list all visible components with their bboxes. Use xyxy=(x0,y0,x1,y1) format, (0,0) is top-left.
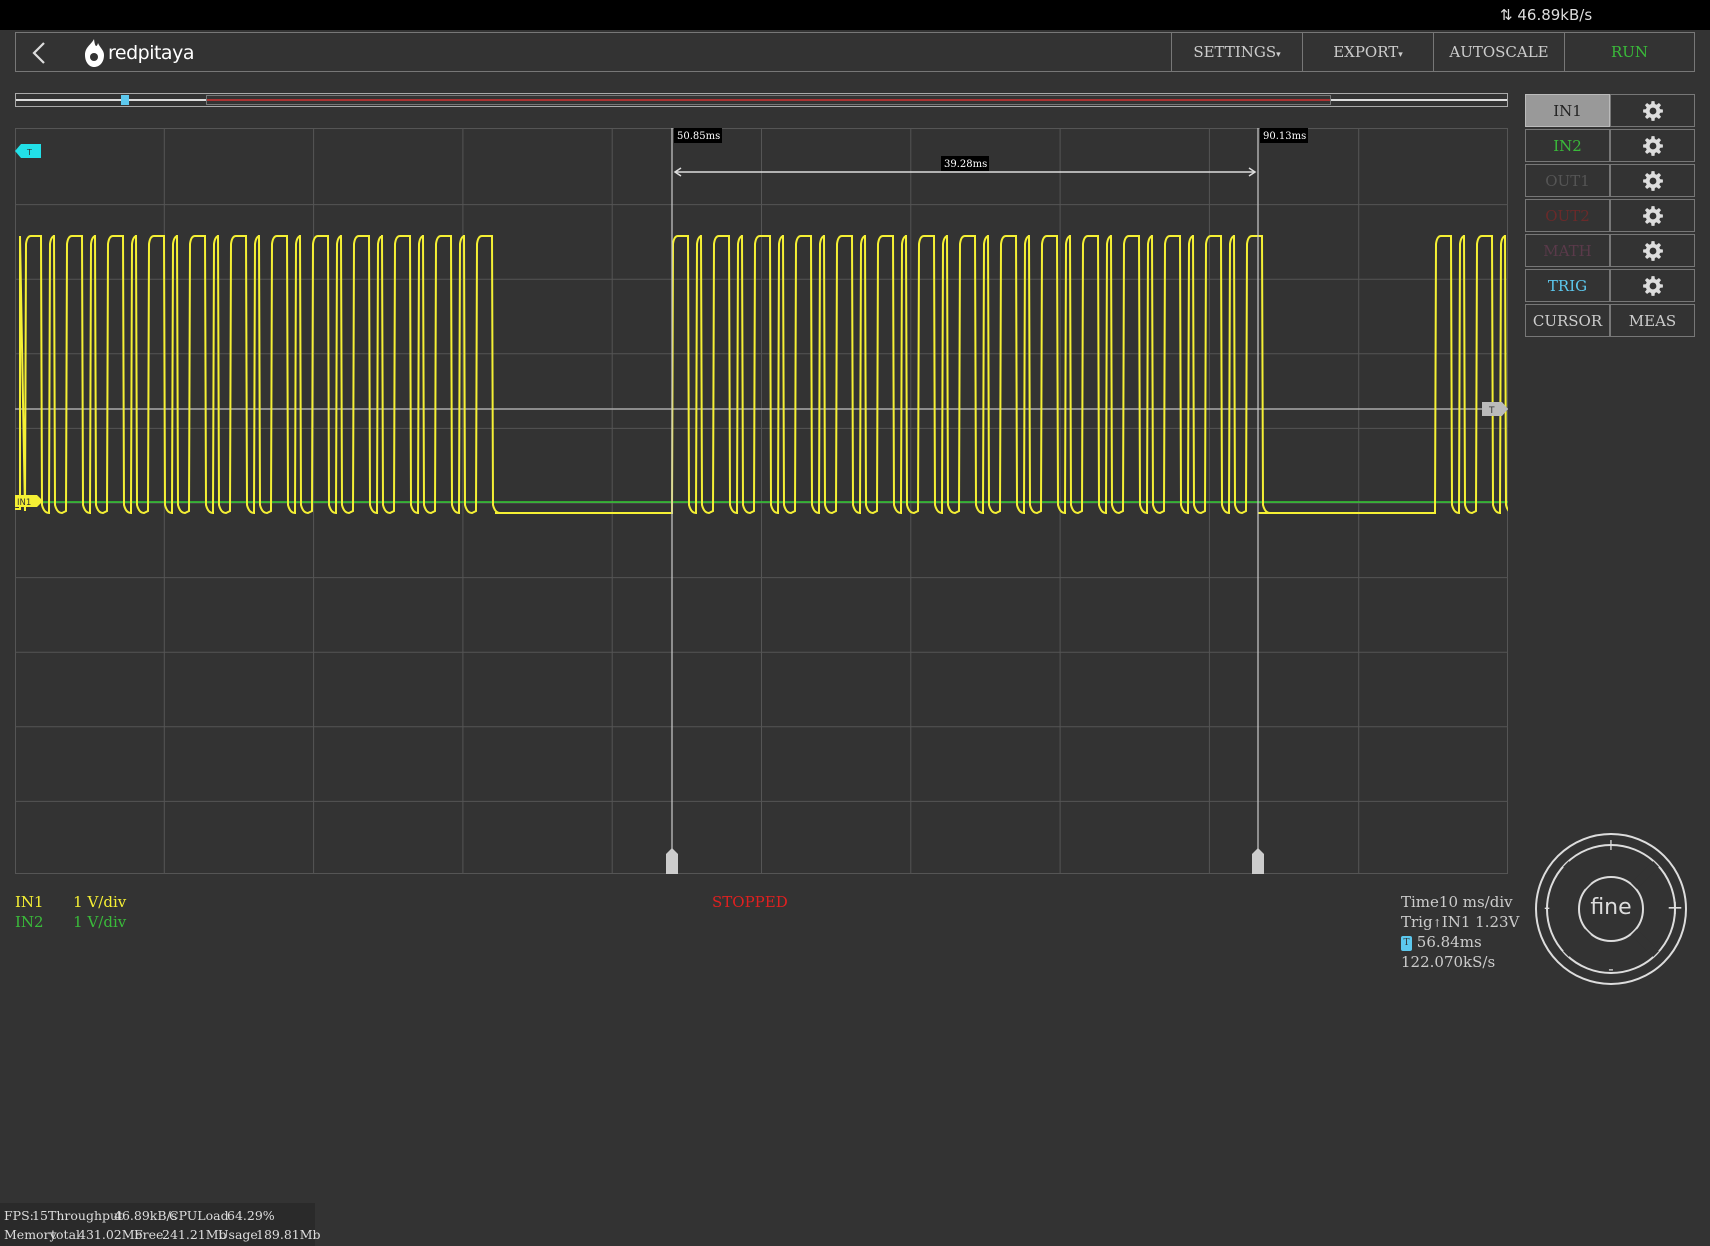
trigger-level-marker-label: T xyxy=(1488,406,1495,416)
memory-usage-label: Usage xyxy=(218,1227,258,1242)
redpitaya-logo-icon xyxy=(85,39,104,67)
caret-down-icon: ▾ xyxy=(1398,50,1403,60)
time-label: Time xyxy=(1401,893,1439,911)
sample-rate: 122.070kS/s xyxy=(1401,953,1496,971)
settings-label: SETTINGS xyxy=(1193,43,1277,61)
out2-settings-button[interactable] xyxy=(1610,199,1695,232)
cursor-1-label: 50.85ms xyxy=(677,131,720,142)
channel-out1-button[interactable]: OUT1 xyxy=(1525,164,1610,197)
cpu-label: CPULoad xyxy=(169,1208,229,1223)
channel-in1-button[interactable]: IN1 xyxy=(1525,94,1610,127)
slider-track-right xyxy=(1331,99,1507,101)
transfer-icon: ⇅ xyxy=(1500,6,1513,24)
in1-scale: 1 V/div xyxy=(73,893,127,911)
throughput-label: Throughput xyxy=(48,1208,124,1223)
throughput-stat: 46.89kB/s xyxy=(114,1208,178,1223)
autoscale-button[interactable]: AUTOSCALE xyxy=(1433,33,1564,71)
dial-right-plus-button[interactable]: + xyxy=(1663,895,1687,919)
cursor-1-handle[interactable] xyxy=(666,848,678,874)
cursor-button[interactable]: CURSOR xyxy=(1525,304,1610,337)
slider-track-left xyxy=(16,99,206,101)
fps-value: 15 xyxy=(32,1208,48,1223)
channel-in2-button[interactable]: IN2 xyxy=(1525,129,1610,162)
dial-up-plus-button[interactable]: + xyxy=(1595,835,1627,859)
trigger-position-icon: T xyxy=(1401,935,1412,951)
back-button[interactable] xyxy=(26,39,54,67)
run-button[interactable]: RUN xyxy=(1564,33,1694,71)
trigger-info: Trig↑IN1 1.23V xyxy=(1401,913,1519,931)
trig-label: Trig xyxy=(1401,913,1433,931)
in2-settings-button[interactable] xyxy=(1610,129,1695,162)
settings-menu-button[interactable]: SETTINGS▾ xyxy=(1171,33,1302,71)
memory-free-label: Free xyxy=(134,1227,164,1242)
fps-label: FPS: xyxy=(4,1208,34,1223)
memory-total-value: 431.02Mb xyxy=(78,1227,143,1242)
trig-value: IN1 1.23V xyxy=(1441,913,1520,931)
time-value: 10 ms/div xyxy=(1438,893,1513,911)
slider-view-window[interactable] xyxy=(206,95,1331,105)
fine-adjust-dial[interactable]: + - - + fine xyxy=(1533,831,1689,987)
export-label: EXPORT xyxy=(1333,43,1399,61)
in2-scale: 1 V/div xyxy=(73,913,127,931)
caret-down-icon: ▾ xyxy=(1276,50,1281,60)
meas-button[interactable]: MEAS xyxy=(1610,304,1695,337)
export-menu-button[interactable]: EXPORT▾ xyxy=(1302,33,1433,71)
trigger-time-marker-label: T xyxy=(26,148,32,157)
memory-free-value: 241.21Mb xyxy=(162,1227,227,1242)
trig-settings-button[interactable] xyxy=(1610,269,1695,302)
status-bar: ⇅ 46.89kB/s xyxy=(0,0,1710,30)
memory-label: Memory xyxy=(4,1227,57,1242)
waveform-canvas[interactable]: 50.85ms 90.13ms 39.28ms T T IN1 xyxy=(15,128,1514,874)
trigger-position-info: T 56.84ms xyxy=(1401,933,1482,951)
in2-info-label: IN2 xyxy=(15,913,44,931)
cpu-value: 64.29% xyxy=(227,1208,275,1223)
channel-math-button[interactable]: MATH xyxy=(1525,234,1610,267)
channel-out2-button[interactable]: OUT2 xyxy=(1525,199,1610,232)
nav-bar: redpitaya SETTINGS▾ EXPORT▾ AUTOSCALE RU… xyxy=(15,32,1695,72)
grid xyxy=(15,128,1508,874)
in1-settings-button[interactable] xyxy=(1610,94,1695,127)
gear-icon xyxy=(1643,171,1663,191)
buffer-position-slider[interactable] xyxy=(15,93,1508,107)
throughput-indicator: ⇅ 46.89kB/s xyxy=(1500,6,1710,24)
math-settings-button[interactable] xyxy=(1610,234,1695,267)
gear-icon xyxy=(1643,276,1663,296)
system-stats: FPS: 15 Throughput 46.89kB/s CPULoad 64.… xyxy=(0,1203,321,1246)
trigger-position-handle[interactable] xyxy=(121,95,129,105)
memory-total-label: total xyxy=(51,1227,81,1242)
memory-usage-value: 189.81Mb xyxy=(256,1227,321,1242)
out1-settings-button[interactable] xyxy=(1610,164,1695,197)
acquisition-status: STOPPED xyxy=(712,893,788,911)
cursor-2-handle[interactable] xyxy=(1252,848,1264,874)
cursor-2-label: 90.13ms xyxy=(1263,131,1306,142)
gear-icon xyxy=(1643,101,1663,121)
cursor-delta-label: 39.28ms xyxy=(944,159,987,170)
fine-mode-button[interactable]: fine xyxy=(1581,895,1641,923)
gear-icon xyxy=(1643,136,1663,156)
throughput-value: 46.89kB/s xyxy=(1517,6,1593,24)
trigger-position-value: 56.84ms xyxy=(1416,933,1482,951)
gear-icon xyxy=(1643,206,1663,226)
chevron-left-icon xyxy=(32,42,45,64)
rising-edge-icon: ↑ xyxy=(1432,917,1442,930)
in1-info: IN1 1 V/div xyxy=(15,893,126,911)
channel-trig-button[interactable]: TRIG xyxy=(1525,269,1610,302)
dial-left-minus-button[interactable]: - xyxy=(1535,897,1559,921)
in1-offset-marker-label: IN1 xyxy=(17,498,31,508)
dial-down-minus-button[interactable]: - xyxy=(1595,959,1627,983)
gear-icon xyxy=(1643,241,1663,261)
in2-info: IN2 1 V/div xyxy=(15,913,126,931)
trigger-level-marker[interactable] xyxy=(1482,402,1508,416)
brand-name: redpitaya xyxy=(108,42,194,64)
oscilloscope-graph[interactable]: 50.85ms 90.13ms 39.28ms T T IN1 xyxy=(15,128,1514,874)
timebase-info: Time10 ms/div xyxy=(1401,893,1513,911)
in1-info-label: IN1 xyxy=(15,893,44,911)
